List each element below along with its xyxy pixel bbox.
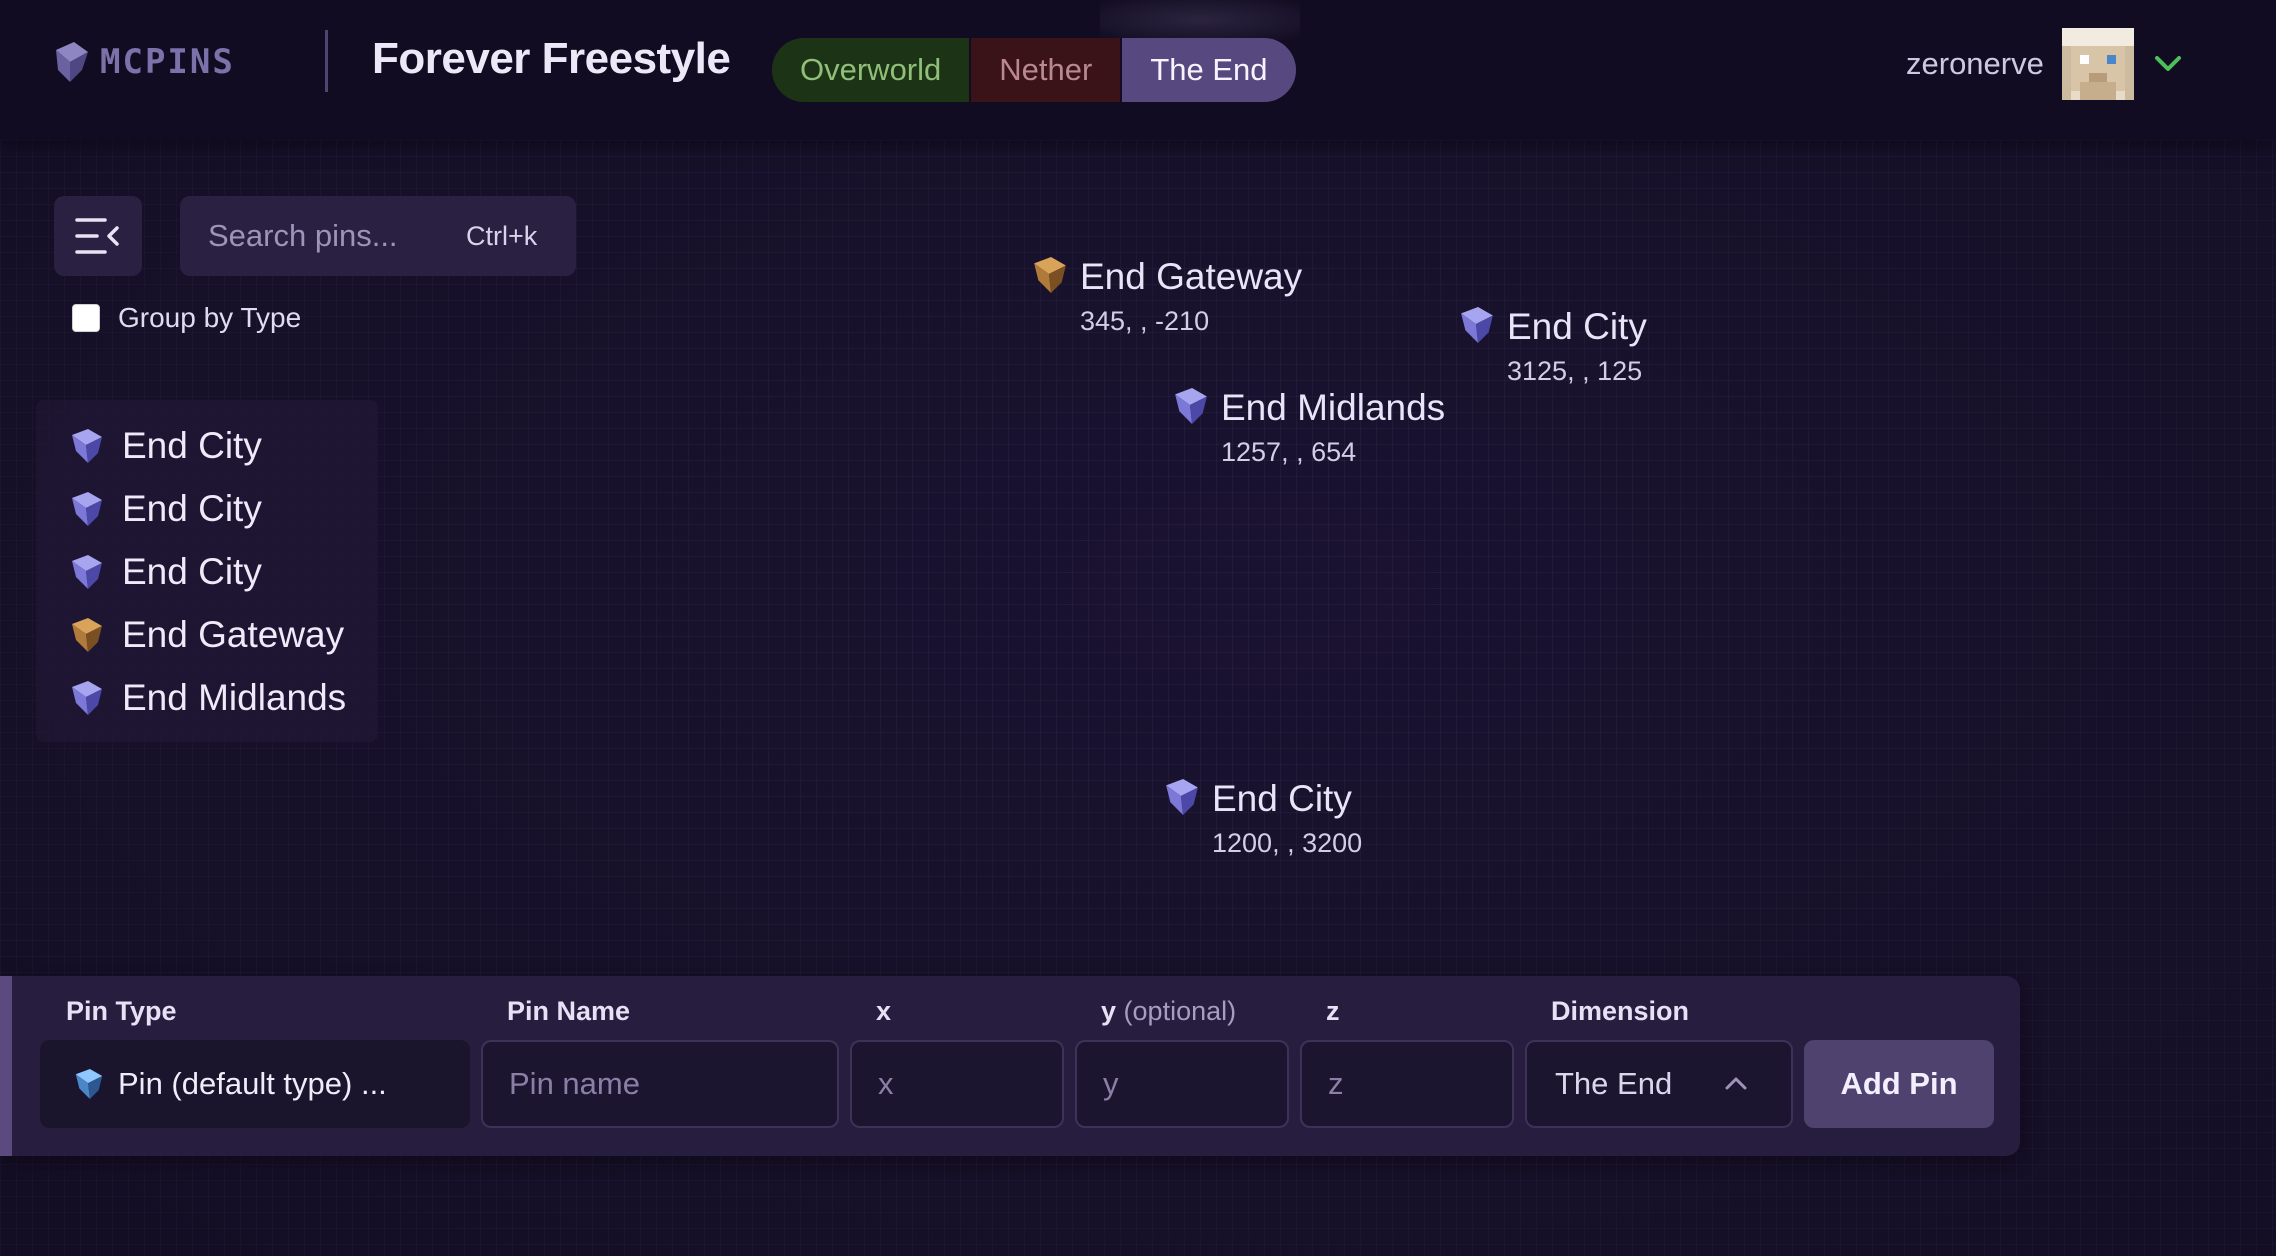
pin-name-input[interactable]: [483, 1065, 837, 1103]
list-item[interactable]: End City: [36, 477, 378, 540]
list-item[interactable]: End City: [36, 414, 378, 477]
dimension-label: Dimension: [1551, 996, 1690, 1026]
map-pin-coords: 1200, , 3200: [1212, 828, 1363, 858]
pin-type-value: Pin (default type) ...: [118, 1066, 387, 1101]
search-input[interactable]: [206, 217, 450, 255]
tab-overworld[interactable]: Overworld: [772, 38, 970, 102]
dimension-value: The End: [1555, 1066, 1673, 1101]
sidebar-toggle-button[interactable]: [54, 196, 142, 276]
z-field[interactable]: [1300, 1040, 1514, 1128]
search-box[interactable]: Ctrl+k: [180, 196, 576, 276]
logo[interactable]: MCPINS: [52, 40, 235, 84]
map-pin-coords: 3125, , 125: [1507, 356, 1643, 386]
map-pin-name: End City: [1212, 778, 1352, 819]
end-city-gem-icon: [72, 491, 102, 526]
list-item-label: End City: [122, 550, 262, 592]
map-pin-coords: 345, , -210: [1080, 306, 1210, 336]
add-pin-form: Pin Type Pin (default type) ... Pin Name…: [0, 976, 2020, 1156]
pin-name-field[interactable]: [481, 1040, 839, 1128]
map-pin-name: End Gateway: [1080, 256, 1303, 297]
chevron-up-icon: [1725, 1077, 1747, 1090]
username: zeronerve: [1906, 46, 2044, 81]
header-glow: [1100, 0, 1300, 40]
end-city-gem-icon: [1175, 388, 1207, 424]
y-label: y (optional): [1101, 996, 1236, 1027]
header-divider: [325, 30, 328, 92]
group-by-type[interactable]: Group by Type: [72, 302, 301, 334]
chevron-down-icon[interactable]: [2154, 55, 2182, 73]
dimension-tabs: Overworld Nether The End: [772, 38, 1296, 102]
avatar[interactable]: [2061, 28, 2134, 100]
list-item-label: End City: [122, 487, 262, 529]
end-city-gem-icon: [72, 428, 102, 463]
x-field[interactable]: [850, 1040, 1064, 1128]
group-by-type-checkbox[interactable]: [72, 304, 100, 332]
search-shortcut-hint: Ctrl+k: [466, 220, 538, 251]
end-city-gem-icon: [1461, 307, 1493, 343]
group-by-type-label: Group by Type: [118, 302, 302, 333]
pin-default-gem-icon: [75, 1069, 103, 1099]
add-pin-button[interactable]: Add Pin: [1804, 1040, 1994, 1128]
pin-type-label: Pin Type: [66, 996, 177, 1026]
y-optional-note: (optional): [1123, 996, 1237, 1026]
dimension-select[interactable]: The End: [1525, 1040, 1793, 1128]
form-accent-bar: [0, 976, 12, 1156]
z-label: z: [1326, 996, 1340, 1026]
logo-gem-icon: [56, 42, 88, 82]
end-city-gem-icon: [1166, 779, 1198, 815]
pin-list: End City End City End City End Gateway E…: [36, 400, 378, 742]
user-menu[interactable]: zeronerve: [1906, 28, 2182, 100]
end-city-gem-icon: [72, 554, 102, 589]
list-item-label: End City: [122, 424, 262, 466]
z-input[interactable]: [1302, 1065, 1512, 1103]
list-item[interactable]: End Gateway: [36, 603, 378, 666]
list-item-label: End Gateway: [122, 613, 345, 655]
tab-nether[interactable]: Nether: [969, 38, 1123, 102]
list-item[interactable]: End City: [36, 540, 378, 603]
end-gateway-gem-icon: [72, 617, 102, 652]
end-gateway-gem-icon: [1034, 257, 1066, 293]
y-label-text: y: [1101, 996, 1117, 1026]
map-pin-coords: 1257, , 654: [1221, 437, 1357, 467]
x-input[interactable]: [852, 1065, 1062, 1103]
map-pin-name: End City: [1507, 306, 1647, 347]
y-field[interactable]: [1075, 1040, 1289, 1128]
x-label: x: [876, 996, 892, 1026]
map-pin-name: End Midlands: [1221, 387, 1446, 428]
pin-name-label: Pin Name: [507, 996, 631, 1026]
list-item-label: End Midlands: [122, 676, 347, 718]
y-input[interactable]: [1077, 1065, 1287, 1103]
server-title: Forever Freestyle: [372, 34, 731, 83]
tab-the-end[interactable]: The End: [1122, 38, 1296, 102]
collapse-sidebar-icon: [75, 218, 119, 254]
pin-type-select[interactable]: Pin (default type) ...: [40, 1040, 470, 1128]
top-bar: MCPINS Forever Freestyle Overworld Nethe…: [0, 0, 2276, 140]
logo-text: MCPINS: [100, 42, 235, 82]
end-city-gem-icon: [72, 680, 102, 715]
list-item[interactable]: End Midlands: [36, 666, 378, 729]
